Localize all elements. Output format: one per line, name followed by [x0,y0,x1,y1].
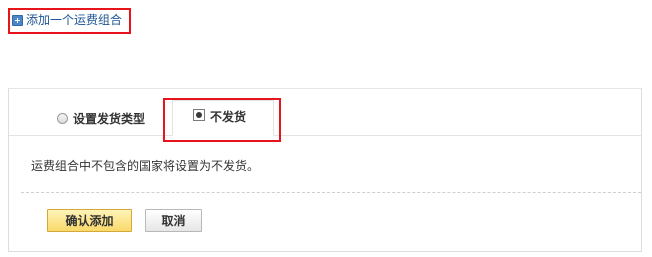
confirm-add-button[interactable]: 确认添加 [47,209,132,232]
shipping-type-tabs: 设置发货类型 不发货 [9,89,641,136]
tab-label: 设置发货类型 [73,112,146,126]
plus-icon [12,14,23,26]
radio-unselected-icon[interactable] [57,113,68,124]
tab-highlight [163,98,281,142]
add-link-label: 添加一个运费组合 [26,13,123,27]
info-message: 运费组合中不包含的国家将设置为不发货。 [31,159,260,173]
cancel-button[interactable]: 取消 [145,209,202,232]
tab-set-shipping-type[interactable]: 设置发货类型 [57,110,145,127]
shipping-combination-panel: 设置发货类型 不发货 运费组合中不包含的国家将设置为不发货。 确认添加 取消 [8,88,642,252]
add-shipping-combination-link[interactable]: 添加一个运费组合 [12,12,122,28]
dashed-divider [21,192,641,193]
